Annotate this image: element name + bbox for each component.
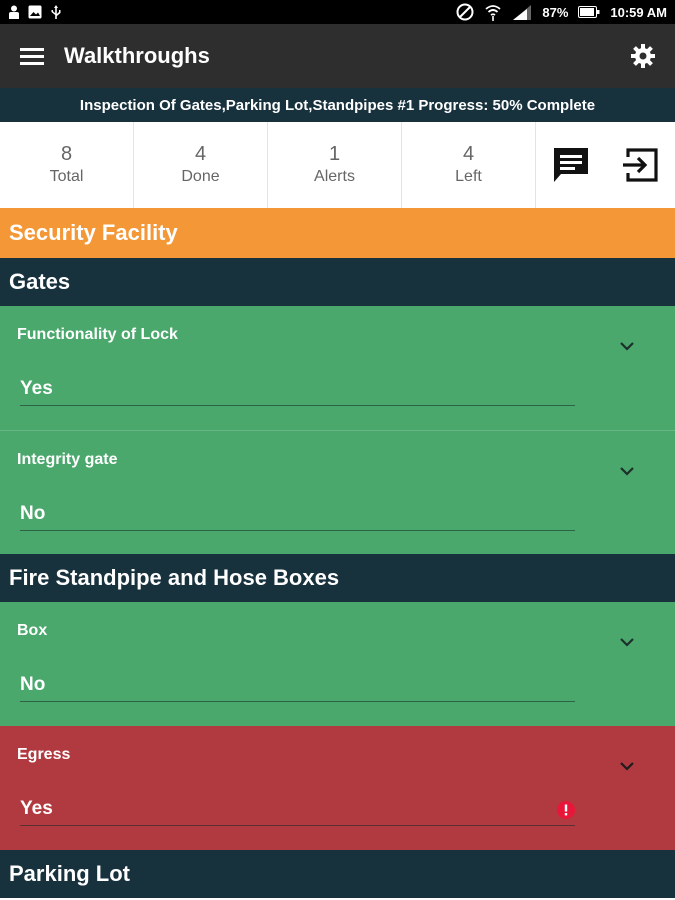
group-header-fire-standpipe: Fire Standpipe and Hose Boxes [0,554,675,602]
checklist-item[interactable]: Box No [0,602,675,726]
signal-icon [512,4,532,20]
chevron-down-icon[interactable] [617,632,637,652]
stat-value: 4 [194,143,207,165]
app-bar: Walkthroughs [0,24,675,88]
comment-icon[interactable] [536,122,606,208]
wifi-icon [484,3,502,21]
block-icon [456,3,474,21]
item-question: Integrity gate [17,451,118,468]
battery-percent: 87% [542,4,569,20]
stat-label: Done [181,168,220,185]
chevron-down-icon[interactable] [617,756,637,776]
stat-value: 4 [462,143,475,165]
menu-icon[interactable] [16,40,48,72]
stats-bar: 8 Total 4 Done 1 Alerts 4 Left [0,122,675,208]
answer-dropdown[interactable]: No [20,497,575,531]
usb-icon [50,5,62,19]
image-icon [28,5,42,19]
answer-dropdown[interactable]: Yes [20,372,575,406]
progress-banner: Inspection Of Gates,Parking Lot,Standpip… [0,88,675,122]
group-header-parking-lot: Parking Lot [0,850,675,898]
clock: 10:59 AM [610,4,667,20]
gear-icon[interactable] [627,40,659,72]
group-header-gates: Gates [0,258,675,306]
item-question: Box [17,622,48,639]
checklist-item[interactable]: Functionality of Lock Yes [0,306,675,430]
item-question: Egress [17,746,71,763]
answer-dropdown[interactable]: No [20,668,575,702]
stat-value: 1 [328,143,341,165]
chevron-down-icon[interactable] [617,461,637,481]
page-title: Walkthroughs [64,43,210,68]
alert-icon [556,800,576,825]
battery-icon [578,6,600,18]
person-icon [8,5,20,19]
stat-done: 4 Done [134,122,268,208]
facility-header: Security Facility [0,208,675,258]
checklist-item[interactable]: Integrity gate No [0,430,675,554]
stat-value: 8 [60,143,73,165]
chevron-down-icon[interactable] [617,336,637,356]
stat-label: Alerts [314,168,355,185]
stat-left: 4 Left [402,122,536,208]
stat-label: Total [49,168,84,185]
stat-alerts[interactable]: 1 Alerts [268,122,402,208]
stat-total: 8 Total [0,122,134,208]
exit-icon[interactable] [606,122,675,208]
answer-dropdown[interactable]: Yes [20,792,575,826]
checklist-item-alert[interactable]: Egress Yes [0,726,675,850]
stat-label: Left [455,168,482,185]
status-bar: 87% 10:59 AM [0,0,675,24]
item-question: Functionality of Lock [17,326,178,343]
